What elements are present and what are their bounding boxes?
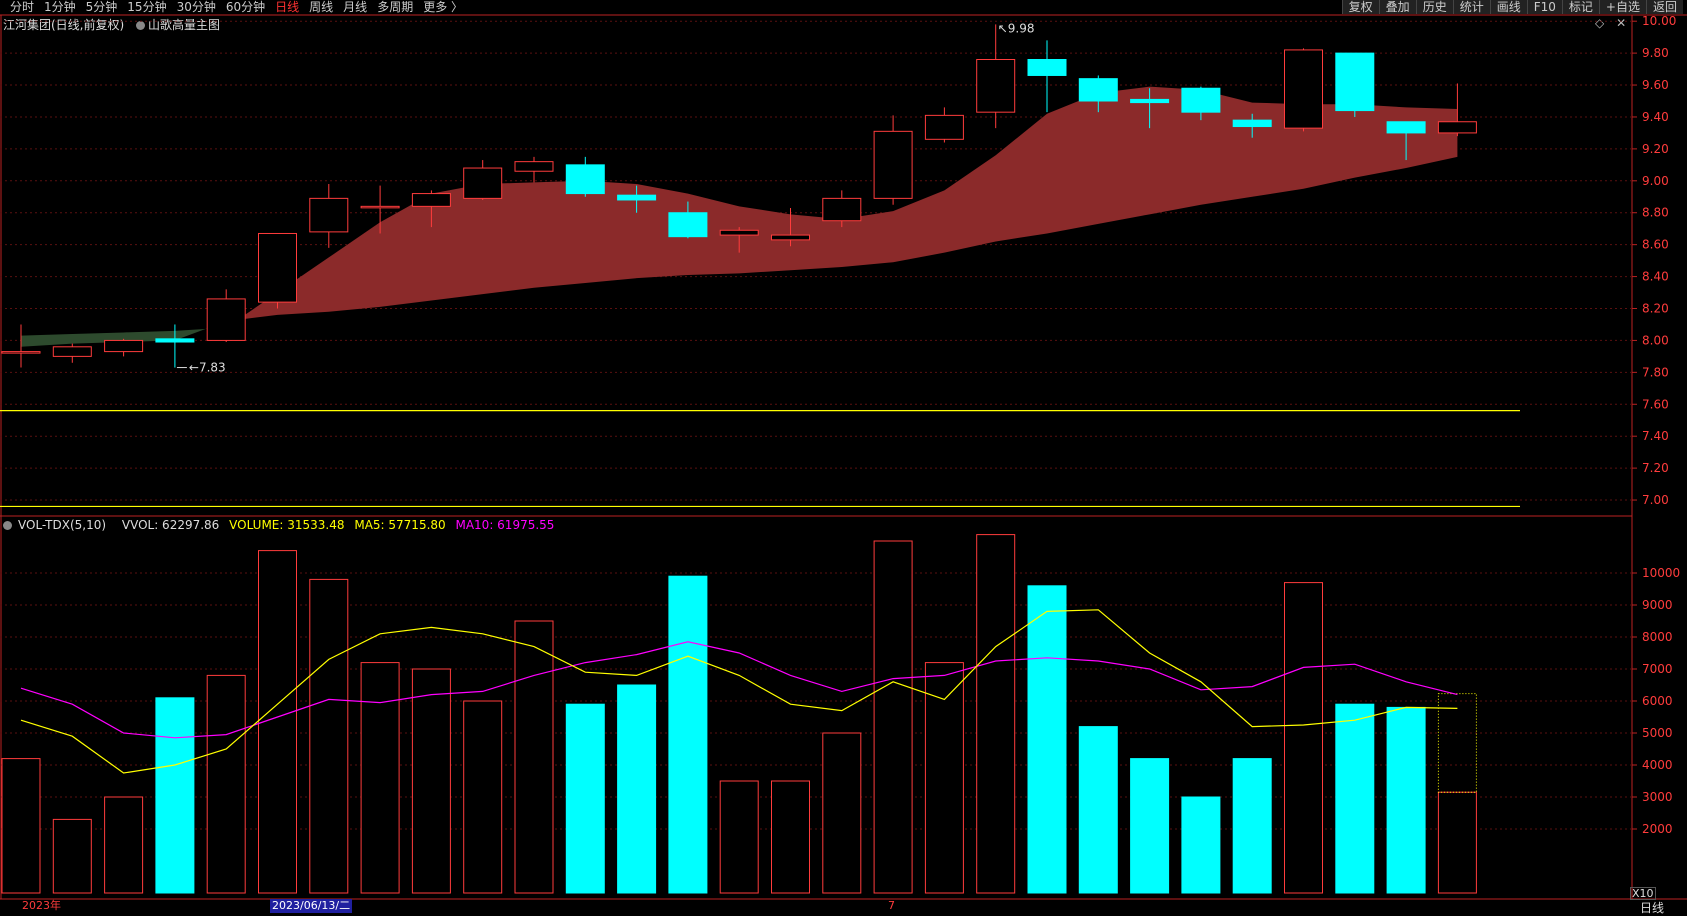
candle-body xyxy=(719,229,759,236)
volume-bar xyxy=(52,818,92,894)
volume-bar xyxy=(1284,582,1323,894)
candle-body xyxy=(924,114,964,140)
volume-bar xyxy=(771,780,810,894)
candle-body xyxy=(1027,59,1067,76)
price-tick-label: 8.00 xyxy=(1642,333,1669,347)
candle-body xyxy=(976,59,1016,113)
volume-bar xyxy=(1437,791,1477,894)
vol-indicator-name[interactable]: VOL-TDX(5,10) xyxy=(3,518,112,532)
candle-body xyxy=(668,212,708,238)
volume-tick-label: 9000 xyxy=(1642,598,1673,612)
volume-tick-label: 5000 xyxy=(1642,726,1673,740)
volume-tick-label: 4000 xyxy=(1642,758,1673,772)
candle-body xyxy=(565,164,605,195)
candle-body xyxy=(1386,121,1426,134)
candle-body xyxy=(104,339,144,353)
price-tick-label: 9.00 xyxy=(1642,174,1669,188)
volume-tick-label: 3000 xyxy=(1642,790,1673,804)
volume-tick-label: 7000 xyxy=(1642,662,1673,676)
volume-tick-label: 6000 xyxy=(1642,694,1673,708)
candle-body xyxy=(206,298,246,341)
volume-bar xyxy=(1181,796,1221,894)
candle-body xyxy=(1437,121,1477,134)
price-tick-label: 7.20 xyxy=(1642,461,1669,475)
x-axis-labels: 2023年 2023/06/13/二 7 xyxy=(0,899,1635,913)
period-footer[interactable]: 日线 xyxy=(1640,899,1664,916)
candle-body xyxy=(1181,87,1221,113)
candle-body xyxy=(258,232,297,303)
ma10-value: MA10: 61975.55 xyxy=(455,518,555,532)
volume-bar xyxy=(1078,726,1118,894)
candle-body xyxy=(1078,78,1118,102)
candle-body xyxy=(514,161,554,172)
volume-bar xyxy=(309,578,349,894)
volume-legend: VOL-TDX(5,10) VVOL: 62297.86 VOLUME: 315… xyxy=(3,518,560,532)
candle-body xyxy=(155,338,195,343)
volume-bar xyxy=(719,780,759,894)
chart-canvas[interactable]: ←7.83 ↖9.98 10.00 9.80 9.60 9.40 9.20 9.00 8.80… xyxy=(0,0,1687,913)
volume-bar xyxy=(206,674,246,894)
ma5-value: MA5: 57715.80 xyxy=(354,518,446,532)
volume-bar xyxy=(1386,706,1426,894)
price-tick-label: 7.40 xyxy=(1642,429,1669,443)
volume-bar xyxy=(1130,758,1170,894)
candle-body xyxy=(309,197,349,233)
candle-body xyxy=(1284,49,1323,129)
candle-body xyxy=(1130,98,1170,104)
x-label-cursor-date: 2023/06/13/二 xyxy=(270,899,353,913)
x-label-month: 7 xyxy=(888,899,895,912)
price-tick-label: 7.80 xyxy=(1642,365,1669,379)
price-tick-label: 9.60 xyxy=(1642,78,1669,92)
price-tick-label: 8.40 xyxy=(1642,270,1669,284)
price-tick-label: 8.60 xyxy=(1642,238,1669,252)
volume-bar xyxy=(1,758,41,894)
x-label-year: 2023年 xyxy=(22,899,61,912)
candle-body xyxy=(411,193,451,207)
price-tick-label: 7.60 xyxy=(1642,397,1669,411)
volume-bar xyxy=(976,534,1016,894)
candle-body xyxy=(463,167,503,199)
volume-bar xyxy=(668,575,708,894)
price-tick-label: 8.20 xyxy=(1642,302,1669,316)
volume-bar xyxy=(617,684,657,894)
candle-body xyxy=(1232,119,1272,128)
volume-bar xyxy=(463,700,503,894)
volume-tick-label: 2000 xyxy=(1642,822,1673,836)
volume-bar xyxy=(155,697,195,894)
circle-icon xyxy=(3,521,12,530)
price-tick-label: 7.00 xyxy=(1642,493,1669,507)
volume-bar xyxy=(411,668,451,894)
candle-body xyxy=(360,205,400,209)
vvol-value: VVOL: 62297.86 xyxy=(121,518,220,532)
volume-bar xyxy=(924,662,964,894)
high-price-label: ↖9.98 xyxy=(998,21,1035,35)
volume-bar xyxy=(1232,758,1272,894)
volume-bar xyxy=(873,540,913,894)
candle-body xyxy=(1335,52,1375,112)
volume-bar xyxy=(1335,703,1375,894)
volume-tick-label: 10000 xyxy=(1642,566,1680,580)
candle-body xyxy=(822,197,862,222)
price-tick-label: 8.80 xyxy=(1642,206,1669,220)
candle-body xyxy=(617,194,657,201)
volume-bar xyxy=(514,620,554,894)
volume-bar xyxy=(565,703,605,894)
candle-body xyxy=(52,346,92,357)
candle-body xyxy=(771,234,810,241)
volume-value: VOLUME: 31533.48 xyxy=(229,518,345,532)
volume-bar xyxy=(104,796,144,894)
price-tick-label: 9.40 xyxy=(1642,110,1669,124)
volume-tick-label: 8000 xyxy=(1642,630,1673,644)
volume-bar xyxy=(360,662,400,894)
volume-bar xyxy=(822,732,862,894)
low-price-label: ←7.83 xyxy=(189,361,226,375)
price-tick-label: 10.00 xyxy=(1642,14,1676,28)
volume-bar xyxy=(1027,585,1067,894)
price-tick-label: 9.80 xyxy=(1642,46,1669,60)
candle-body xyxy=(1,351,41,354)
price-tick-label: 9.20 xyxy=(1642,142,1669,156)
candle-body xyxy=(873,130,913,199)
